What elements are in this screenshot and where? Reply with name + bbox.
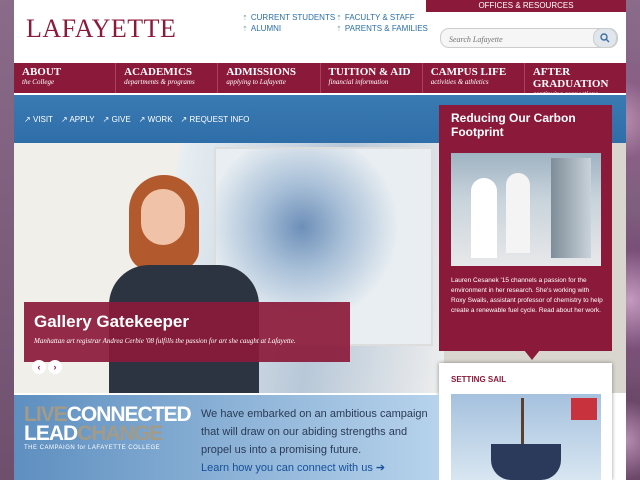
hero-title: Gallery Gatekeeper [34, 312, 189, 331]
link-request-info[interactable]: ↗ REQUEST INFO [181, 115, 250, 124]
link-alumni[interactable]: ⇡ ALUMNI [242, 24, 281, 33]
search-box [440, 28, 618, 49]
feature-story: Reducing Our Carbon Footprint Lauren Ces… [439, 105, 612, 351]
campaign-banner: LIVECONNECTED LEADCHANGE THE CAMPAIGN fo… [14, 395, 439, 480]
feature-photo[interactable] [451, 153, 601, 266]
nav-campus-life[interactable]: CAMPUS LIFE activities & athletics [423, 63, 525, 93]
setting-sail-title[interactable]: SETTING SAIL [451, 375, 506, 384]
search-button[interactable] [593, 28, 617, 48]
nav-admissions[interactable]: ADMISSIONS applying to Lafayette [218, 63, 321, 93]
slideshow-controls: ‹ › [32, 360, 62, 374]
setting-sail-card: SETTING SAIL [439, 363, 612, 480]
quick-actions: ↗ VISIT ↗ APPLY ↗ GIVE ↗ WORK ↗ REQUEST … [24, 115, 249, 124]
link-parents-families[interactable]: ⇡ PARENTS & FAMILIES [336, 24, 428, 33]
search-input[interactable] [441, 30, 591, 49]
nav-about[interactable]: ABOUT the College [14, 63, 117, 93]
arrow-right-icon: ➔ [375, 462, 386, 474]
hero-description: Manhattan art registrar Andrea Cerbie '0… [34, 337, 296, 345]
main-nav: ABOUT the College ACADEMICS departments & … [14, 63, 626, 98]
nav-academics[interactable]: ACADEMICS departments & programs [116, 63, 219, 93]
chevron-left-icon[interactable]: ‹ [32, 360, 46, 374]
speech-tail [524, 350, 540, 360]
campaign-text: We have embarked on an ambitious campaig… [201, 408, 428, 474]
page-container: LAFAYETTE ⇡ CURRENT STUDENTS ⇡ ALUMNI ⇡ FAC… [14, 0, 626, 480]
chevron-right-icon[interactable]: › [48, 360, 62, 374]
arrow-icon: ⇡ [242, 26, 248, 33]
link-visit[interactable]: ↗ VISIT [24, 115, 53, 124]
feature-title[interactable]: Reducing Our Carbon Footprint [451, 111, 606, 139]
hero-caption[interactable]: Gallery Gatekeeper Manhattan art registr… [24, 302, 350, 362]
feature-text: Lauren Cesanek '15 channels a passion fo… [451, 277, 603, 314]
link-current-students[interactable]: ⇡ CURRENT STUDENTS [242, 13, 335, 22]
feature-read-more-link[interactable]: Read about her work. [539, 307, 601, 314]
arrow-icon: ⇡ [336, 15, 342, 22]
link-work[interactable]: ↗ WORK [139, 115, 173, 124]
link-faculty-staff[interactable]: ⇡ FACULTY & STAFF [336, 13, 415, 22]
nav-tuition-aid[interactable]: TUITION & AID financial information [321, 63, 423, 93]
link-give[interactable]: ↗ GIVE [103, 115, 131, 124]
nav-after-graduation[interactable]: AFTER GRADUATION continuing connections [525, 63, 626, 98]
site-header: LAFAYETTE ⇡ CURRENT STUDENTS ⇡ ALUMNI ⇡ FAC… [14, 0, 626, 63]
campaign-link[interactable]: Learn how you can connect with us ➔ [201, 462, 385, 474]
offices-resources-button[interactable]: OFFICES & RESOURCES [426, 0, 626, 12]
site-logo[interactable]: LAFAYETTE [26, 14, 176, 44]
arrow-icon: ⇡ [242, 15, 248, 22]
search-icon [600, 33, 610, 43]
campaign-logo[interactable]: LIVECONNECTED LEADCHANGE THE CAMPAIGN fo… [24, 404, 192, 453]
link-apply[interactable]: ↗ APPLY [61, 115, 95, 124]
arrow-icon: ⇡ [336, 26, 342, 33]
setting-sail-photo[interactable] [451, 394, 601, 480]
